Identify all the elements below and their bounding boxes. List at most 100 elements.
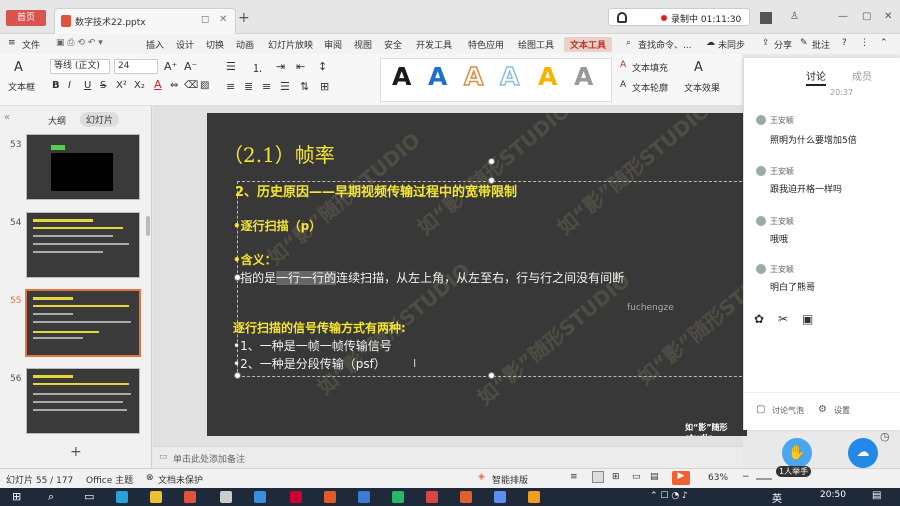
clear-format-icon[interactable]: ⌫ <box>184 80 198 91</box>
tab-restore-icon[interactable]: ◻ <box>201 14 209 25</box>
zoom-out-icon[interactable]: − <box>742 472 750 482</box>
document-tab[interactable]: 数字技术22.pptx ◻ ✕ <box>54 8 236 34</box>
wordart-style-orange-outline[interactable]: A <box>463 61 484 92</box>
app-icon[interactable] <box>290 491 302 503</box>
text-fill-button[interactable]: 文本填充 <box>632 61 668 74</box>
add-slide-button[interactable]: + <box>70 444 82 460</box>
emoji-icon[interactable]: ✿ <box>754 312 764 326</box>
selected-text[interactable]: 一行一行的 <box>276 271 337 285</box>
menu-animation[interactable]: 动画 <box>236 38 254 51</box>
bold-icon[interactable]: B <box>52 80 60 91</box>
app-icon[interactable] <box>392 491 404 503</box>
font-color-icon[interactable]: A <box>154 78 162 91</box>
textbox-button[interactable]: 文本框 <box>8 80 35 93</box>
menu-transition[interactable]: 切换 <box>206 38 224 51</box>
shrink-font-icon[interactable]: A⁻ <box>184 60 197 73</box>
align-left-icon[interactable]: ≡ <box>226 80 235 93</box>
menu-text-tools[interactable]: 文本工具 <box>564 37 613 52</box>
edge-icon[interactable] <box>116 491 128 503</box>
numbered-list-icon[interactable]: ⒈ <box>252 60 263 76</box>
home-tab[interactable]: 首页 <box>6 10 46 26</box>
menu-devtools[interactable]: 开发工具 <box>416 38 452 51</box>
font-size-select[interactable]: 24 <box>114 59 158 74</box>
comment-toggle-icon[interactable]: ≡ <box>570 472 578 482</box>
reading-view-icon[interactable]: ▭ <box>632 472 641 482</box>
slide-thumbnail-53[interactable] <box>26 134 140 200</box>
normal-view-icon[interactable] <box>592 471 604 483</box>
char-spacing-icon[interactable]: ⇔ <box>170 80 178 91</box>
wordart-style-blue[interactable]: A <box>428 62 447 91</box>
search-icon[interactable]: ⌕ <box>626 38 631 48</box>
raise-hand-button[interactable]: ✋ <box>782 438 812 468</box>
text-direction-icon[interactable]: ⇅ <box>300 80 309 93</box>
windows-start-icon[interactable]: ⊞ <box>12 490 21 503</box>
app-icon[interactable] <box>358 491 370 503</box>
help-icon[interactable]: ? <box>842 38 847 48</box>
image-icon[interactable]: ▣ <box>802 312 813 326</box>
text-fill-icon[interactable]: A <box>620 60 626 70</box>
slide-sorter-icon[interactable]: ⊞ <box>612 472 620 482</box>
tab-discussion[interactable]: 讨论 <box>806 68 826 83</box>
share-icon[interactable]: ⇪ <box>762 38 770 48</box>
highlight-icon[interactable]: ▨ <box>200 80 209 91</box>
app-icon[interactable] <box>528 491 540 503</box>
notes-area[interactable]: ▭ 单击此处添加备注 <box>153 446 743 468</box>
tab-members[interactable]: 成员 <box>852 68 872 83</box>
quick-access-icons[interactable]: ▣ ⎙ ⟲ ↶ ▾ <box>56 38 103 48</box>
text-outline-icon[interactable]: A <box>620 80 626 90</box>
resize-handle[interactable] <box>488 372 495 379</box>
hamburger-icon[interactable]: ≡ <box>8 38 16 48</box>
chat-bubble-button[interactable]: ☁ <box>848 438 878 468</box>
app-icon[interactable] <box>184 491 196 503</box>
tray-icons[interactable]: ⌃ ☐ ◔ ♪ <box>650 491 688 501</box>
workspace-icon[interactable] <box>760 12 772 24</box>
wordart-style-black[interactable]: A <box>392 62 411 91</box>
wordart-style-gray[interactable]: A <box>574 62 593 91</box>
resize-handle[interactable] <box>234 274 241 281</box>
slide-thumbnail-56[interactable] <box>26 368 140 434</box>
collapse-pane-icon[interactable]: « <box>4 112 10 123</box>
notification-icon[interactable]: ▤ <box>872 490 881 501</box>
strikethrough-icon[interactable]: S <box>100 80 106 91</box>
indent-icon[interactable]: ⇥ <box>276 60 285 73</box>
zoom-level[interactable]: 63% <box>708 473 728 483</box>
resize-handle[interactable] <box>488 177 495 184</box>
discussion-bubble-button[interactable]: 讨论气泡 <box>772 405 804 416</box>
wordart-style-blue-outline[interactable]: A <box>499 61 520 92</box>
text-effect-icon[interactable]: A <box>694 60 703 75</box>
app-icon[interactable] <box>426 491 438 503</box>
share-button[interactable]: 分享 <box>774 38 792 51</box>
comment-icon[interactable]: ✎ <box>800 38 808 48</box>
theme-name[interactable]: Office 主题 <box>86 473 133 486</box>
bullet-list-icon[interactable]: ☰ <box>226 60 236 73</box>
close-icon[interactable]: ✕ <box>884 11 892 22</box>
align-center-icon[interactable]: ≣ <box>244 80 253 93</box>
explorer-icon[interactable] <box>150 491 162 503</box>
align-text-icon[interactable]: ⊞ <box>320 80 329 93</box>
search-commands[interactable]: 查找命令、... <box>638 38 692 51</box>
app-icon[interactable] <box>324 491 336 503</box>
slide-canvas[interactable]: 如“影”随形STUDIO 如“影”随形STUDIO 如“影”随形STUDIO 如… <box>207 113 747 436</box>
font-name-select[interactable]: 等线 (正文) <box>50 59 110 74</box>
unsynced-status[interactable]: 未同步 <box>718 38 745 51</box>
app-icon[interactable] <box>494 491 506 503</box>
outdent-icon[interactable]: ⇤ <box>296 60 305 73</box>
resize-handle[interactable] <box>234 372 241 379</box>
comment-button[interactable]: 批注 <box>812 38 830 51</box>
more-icon[interactable]: ⋮ <box>860 38 869 48</box>
maximize-icon[interactable]: ▢ <box>862 11 871 22</box>
menu-review[interactable]: 审阅 <box>324 38 342 51</box>
tab-slides[interactable]: 幻灯片 <box>80 112 120 127</box>
superscript-icon[interactable]: X² <box>116 80 127 91</box>
zoom-slider[interactable] <box>756 478 772 480</box>
app-icon[interactable] <box>254 491 266 503</box>
pane-scrollbar[interactable] <box>146 216 150 236</box>
tab-outline[interactable]: 大纲 <box>48 114 66 127</box>
clock[interactable]: 20:50 <box>820 490 846 500</box>
scissors-icon[interactable]: ✂ <box>778 312 788 326</box>
settings-button[interactable]: 设置 <box>834 405 850 416</box>
italic-icon[interactable]: I <box>68 80 71 91</box>
wps-icon[interactable] <box>460 491 472 503</box>
new-tab-button[interactable]: + <box>238 10 250 26</box>
align-right-icon[interactable]: ≡ <box>262 80 271 93</box>
